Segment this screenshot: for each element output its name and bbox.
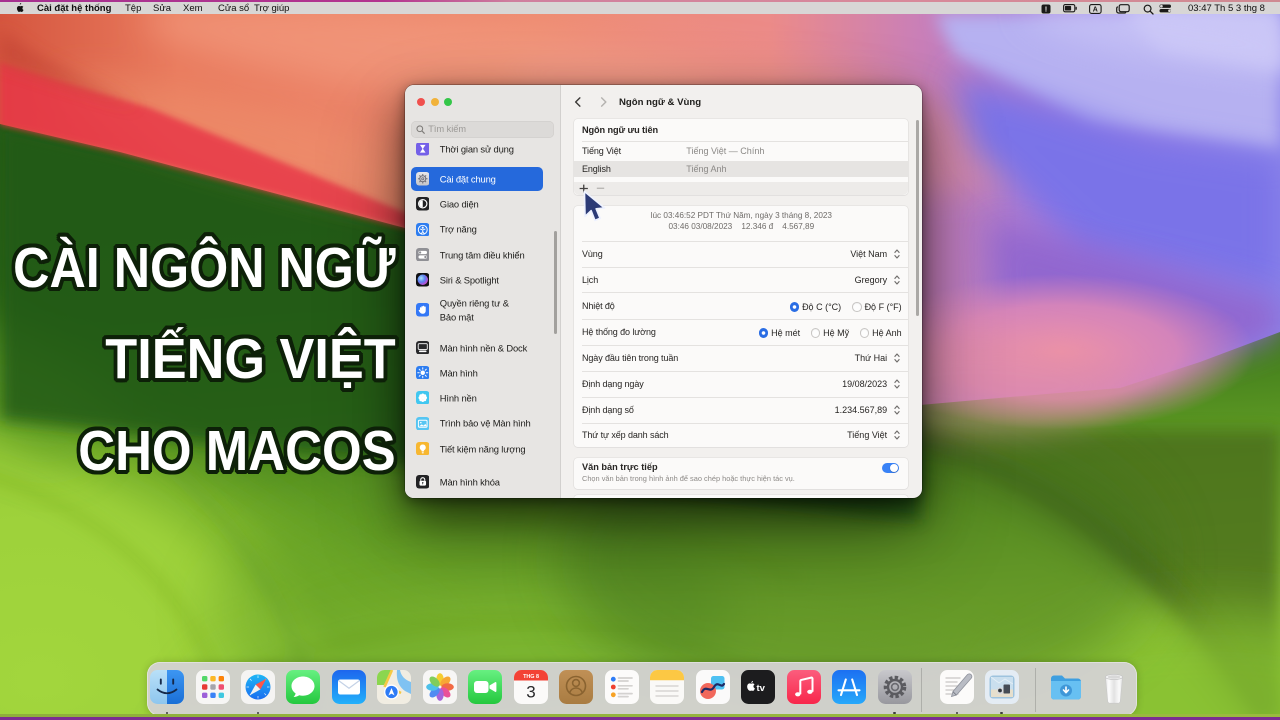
svg-text:3: 3 [526,682,535,701]
svg-text:THG 8: THG 8 [523,674,539,680]
svg-text:!: ! [1045,4,1048,13]
svg-text:A: A [1093,6,1098,13]
svg-text:tv: tv [757,682,766,693]
